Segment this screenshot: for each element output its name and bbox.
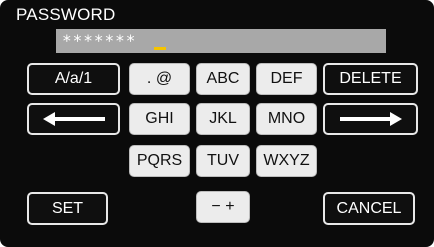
arrow-left-icon [42,112,105,126]
cancel-button[interactable]: CANCEL [323,192,415,225]
key-abc[interactable]: ABC [196,63,250,95]
key-jkl[interactable]: JKL [196,103,250,135]
cursor-left-button[interactable] [27,103,120,135]
key-dot-at[interactable]: . @ [129,63,190,95]
cursor-right-button[interactable] [323,103,418,135]
arrow-right-icon [339,112,402,126]
key-ghi[interactable]: GHI [129,103,190,135]
key-wxyz[interactable]: WXYZ [256,145,317,177]
key-minus-plus[interactable]: − + [196,191,250,223]
password-entry-screen: PASSWORD ******* A/a/1 . @ ABC DEF DELET… [0,0,434,247]
key-pqrs[interactable]: PQRS [129,145,190,177]
key-tuv[interactable]: TUV [196,145,250,177]
key-mno[interactable]: MNO [256,103,317,135]
delete-button[interactable]: DELETE [323,63,418,95]
page-title: PASSWORD [16,5,116,24]
password-value: ******* [62,31,137,50]
password-input[interactable]: ******* [56,29,386,53]
text-cursor [154,47,166,50]
set-button[interactable]: SET [27,192,108,225]
key-def[interactable]: DEF [256,63,317,95]
mode-toggle-button[interactable]: A/a/1 [27,63,120,95]
